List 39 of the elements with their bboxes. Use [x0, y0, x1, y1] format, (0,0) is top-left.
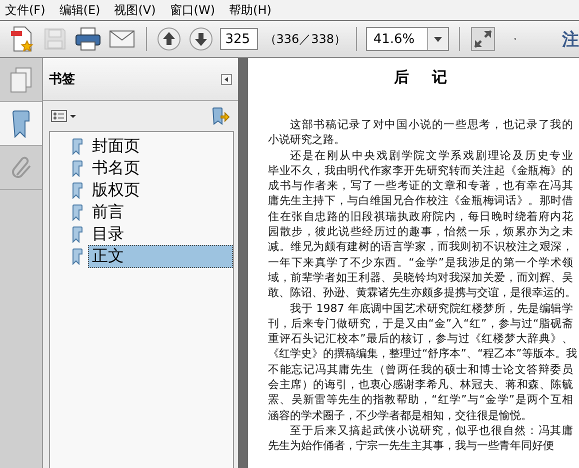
options-menu-icon[interactable] — [51, 110, 77, 122]
page-count: （336／338） — [264, 30, 346, 48]
bookmark-item[interactable]: 书名页 — [50, 157, 233, 179]
paragraph: 这部书稿记录了对中国小说的一些思考，也记录了我的 小说研究之路。 — [268, 117, 573, 148]
bookmark-item[interactable]: 版权页 — [50, 179, 233, 201]
paperclip-icon — [11, 154, 31, 180]
bookmark-icon — [72, 204, 83, 220]
bookmark-icon — [72, 182, 83, 198]
previous-page-button[interactable] — [156, 26, 182, 52]
bookmark-icon — [72, 138, 83, 154]
full-screen-button[interactable] — [470, 26, 496, 52]
paragraph: 还是在刚从中央戏剧学院文学系戏剧理论及历史专业 毕业不久，我由明代作家李开先研究转而关注起《金瓶梅》的 成书与作者来，写了一些考证的文章和专著，也有幸在冯其 庸先生主持下，与白维国兄合作校注《金瓶梅词话》。那时借 住在张自忠路的旧段祺瑞执政府院内，每日晚时绕着府内花 园散步，彼此说些经历过的趣事，怡然一乐，烦累亦为之未 减。维兄为颇有建树的语言学家，而我则初不识校注之艰深， 一年下来真学了不少东西。“金学”是我涉足的第一个学术领 域，前辈学者如王利器、吴晓铃均对我深加关爱，而刘辉、吴 敢、陈诏、孙逊、黄霖诸先生亦颇多提携与交谊，是很幸运的。 — [268, 148, 573, 301]
next-page-button[interactable] — [188, 26, 214, 52]
new-document-button[interactable] — [8, 24, 36, 54]
menu-item[interactable]: 视图(V) — [114, 2, 156, 18]
collapse-icon[interactable] — [221, 74, 232, 84]
bookmark-item[interactable]: 封面页 — [50, 135, 233, 157]
bookmark-icon — [72, 248, 83, 264]
document-title: 后 记 — [392, 68, 448, 87]
bookmark-icon — [72, 160, 83, 176]
bookmark-item[interactable]: 目录 — [50, 223, 233, 245]
panel-title: 书签 — [49, 71, 75, 88]
menu-item[interactable]: 文件(F) — [5, 2, 46, 18]
bookmark-icon — [72, 226, 83, 242]
bookmark-icon — [11, 110, 31, 138]
bookmarks-tab[interactable] — [0, 102, 42, 146]
comments-label[interactable]: 注 — [562, 28, 579, 50]
menu-item[interactable]: 窗口(W) — [170, 2, 216, 18]
pages-icon — [10, 66, 32, 92]
page-number-field[interactable]: 325 — [220, 28, 258, 50]
paragraph: 至于后来又搞起武侠小说研究，似乎也很自然：冯其庸 先生为始作俑者，宁宗一先生主其事，我与一些青年同好便 — [268, 422, 573, 454]
printer-button[interactable] — [74, 26, 102, 52]
menu-item[interactable]: 帮助(H) — [229, 2, 272, 18]
bookmark-arrow-icon[interactable] — [212, 107, 230, 125]
menu-item[interactable]: 编辑(E) — [59, 2, 100, 18]
envelope-button[interactable] — [108, 28, 136, 50]
bookmark-item[interactable]: 前言 — [50, 201, 233, 223]
zoom-field[interactable]: 41.6% — [366, 27, 450, 51]
caret-icon — [434, 36, 442, 42]
